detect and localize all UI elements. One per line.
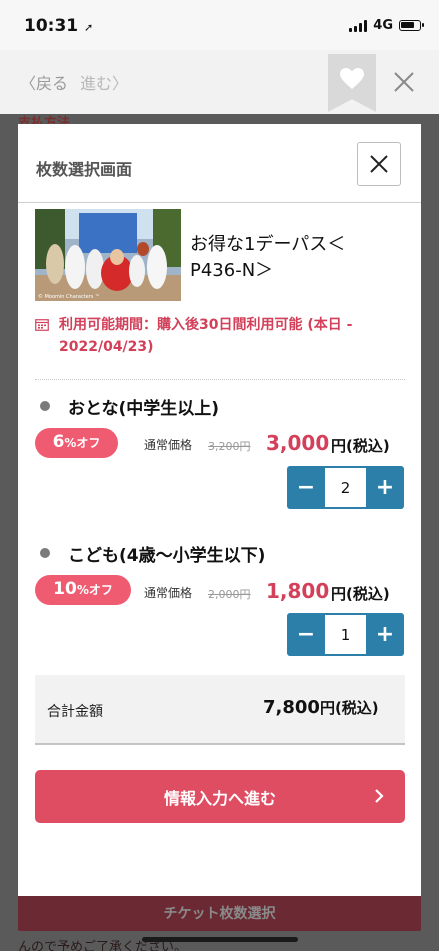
- total-suffix: 円(税込): [319, 699, 379, 717]
- sale-price-suffix: 円(税込): [331, 585, 390, 603]
- close-icon: [370, 155, 388, 173]
- product-name-line-1: お得な1デーパス＜: [190, 234, 346, 255]
- back-label: 戻る: [36, 74, 69, 93]
- back-button[interactable]: 〈戻る: [20, 70, 68, 94]
- calendar-icon: [35, 319, 49, 331]
- close-icon[interactable]: [392, 70, 416, 94]
- status-time: 10:31 ➚: [24, 16, 93, 36]
- sale-price-child: 1,800: [266, 579, 330, 603]
- availability-period: 利用可能期間：購入後30日間利用可能 (本日 - 2022/04/23): [35, 314, 405, 358]
- quantity-value-adult[interactable]: 2: [325, 468, 366, 507]
- proceed-label: 情報入力へ進む: [163, 788, 276, 808]
- battery-icon: [399, 20, 424, 31]
- status-bar: 10:31 ➚ 4G: [0, 0, 439, 50]
- forward-label: 進む: [80, 74, 113, 93]
- category-bullet: [40, 401, 50, 411]
- page: 10:31 ➚ 4G 〈戻る 進む〉 支払方法 チケット枚数選択 んので予めご了…: [0, 0, 439, 951]
- availability-line-1: 利用可能期間：購入後30日間利用可能 (本日 -: [59, 317, 353, 333]
- location-arrow-icon: ➚: [84, 21, 94, 34]
- availability-line-2: 2022/04/23): [59, 339, 154, 355]
- modal-title: 枚数選択画面: [36, 160, 133, 179]
- category-label-adult: おとな(中学生以上): [68, 399, 220, 419]
- chevron-right-icon: 〉: [112, 74, 129, 93]
- increase-button-child[interactable]: +: [366, 613, 404, 656]
- chevron-right-icon: [375, 789, 384, 803]
- discount-unit: %オフ: [76, 583, 113, 597]
- sale-price-suffix: 円(税込): [331, 437, 390, 455]
- forward-button[interactable]: 進む〉: [80, 70, 128, 94]
- modal-close-button[interactable]: [357, 142, 401, 186]
- decrease-button-adult[interactable]: −: [287, 466, 325, 509]
- quantity-stepper-adult: − 2 +: [287, 466, 404, 509]
- total-amount: 7,800円(税込): [263, 697, 379, 718]
- divider: [35, 379, 405, 380]
- image-caption: © Moomin Characters ™: [38, 293, 100, 300]
- discount-number: 10: [53, 579, 77, 599]
- regular-price-child: 2,000円: [208, 588, 251, 601]
- proceed-to-info-button[interactable]: 情報入力へ進む: [35, 770, 405, 823]
- decrease-button-child[interactable]: −: [287, 613, 325, 656]
- category-bullet: [40, 548, 50, 558]
- discount-badge-adult: 6 %オフ: [35, 428, 118, 458]
- product-image: © Moomin Characters ™: [35, 209, 181, 301]
- category-label-child: こども(4歳〜小学生以下): [68, 546, 266, 566]
- status-indicators: 4G: [349, 18, 424, 33]
- quantity-value-child[interactable]: 1: [325, 615, 366, 654]
- increase-button-adult[interactable]: +: [366, 466, 404, 509]
- time-text: 10:31: [24, 16, 79, 36]
- total-value: 7,800: [263, 697, 320, 718]
- regular-price-adult: 3,200円: [208, 440, 251, 453]
- total-summary: 合計金額 7,800円(税込): [35, 675, 405, 745]
- chevron-left-icon: 〈: [20, 74, 37, 93]
- product-name: お得な1デーパス＜ P436-N＞: [190, 232, 400, 284]
- home-indicator: [142, 937, 298, 942]
- product-name-line-2: P436-N＞: [190, 260, 274, 281]
- discount-unit: %オフ: [64, 436, 101, 450]
- regular-price-label: 通常価格: [144, 586, 193, 600]
- regular-price-label: 通常価格: [144, 438, 193, 452]
- discount-badge-child: 10 %オフ: [35, 575, 131, 605]
- discount-number: 6: [52, 432, 65, 452]
- quantity-stepper-child: − 1 +: [287, 613, 404, 656]
- total-label: 合計金額: [47, 704, 103, 720]
- background-ticket-select-button: チケット枚数選択: [18, 895, 421, 931]
- heart-icon: [340, 68, 364, 89]
- signal-icon: [349, 19, 368, 32]
- network-label: 4G: [373, 18, 393, 33]
- sale-price-adult: 3,000: [266, 431, 330, 455]
- quantity-select-modal: 枚数選択画面 © Moomin Characters ™ お得な1デーパス＜ P…: [18, 124, 421, 896]
- modal-header: 枚数選択画面: [18, 124, 421, 203]
